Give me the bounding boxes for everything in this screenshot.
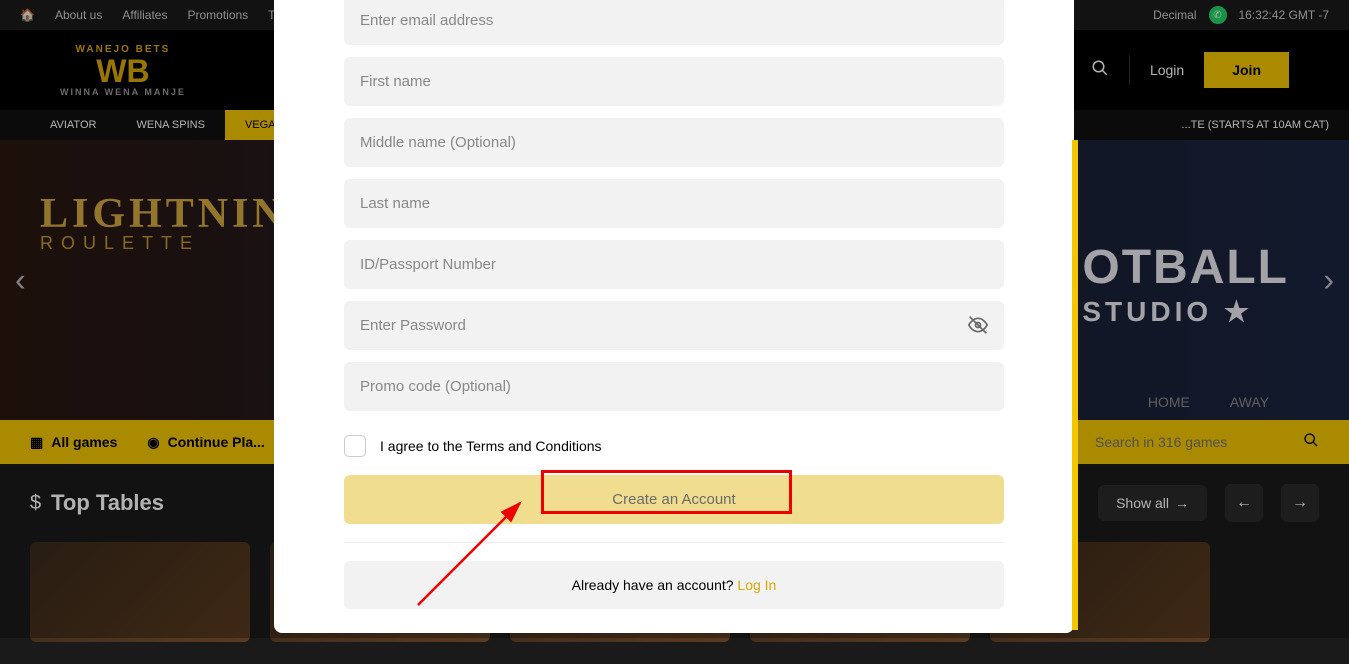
agree-row: I agree to the Terms and Conditions: [344, 435, 1004, 457]
agree-prefix: I agree to the: [380, 438, 466, 454]
signup-modal: I agree to the Terms and Conditions Crea…: [274, 0, 1074, 633]
login-link-modal[interactable]: Log In: [737, 577, 776, 593]
divider: [344, 542, 1004, 543]
promo-code-field[interactable]: [344, 362, 1004, 411]
id-passport-field[interactable]: [344, 240, 1004, 289]
already-text: Already have an account?: [572, 577, 738, 593]
lastname-field[interactable]: [344, 179, 1004, 228]
create-account-label: Create an Account: [612, 491, 735, 508]
terms-checkbox[interactable]: [344, 435, 366, 457]
create-account-button[interactable]: Create an Account: [344, 475, 1004, 524]
firstname-field[interactable]: [344, 57, 1004, 106]
email-field[interactable]: [344, 0, 1004, 45]
modal-accent-edge: [1072, 140, 1078, 630]
terms-link[interactable]: Terms and Conditions: [466, 438, 601, 454]
password-wrap: [344, 301, 1004, 362]
password-field[interactable]: [344, 301, 1004, 350]
agree-text: I agree to the Terms and Conditions: [380, 438, 602, 454]
eye-slash-icon[interactable]: [968, 315, 988, 340]
login-strip: Already have an account? Log In: [344, 561, 1004, 609]
middlename-field[interactable]: [344, 118, 1004, 167]
